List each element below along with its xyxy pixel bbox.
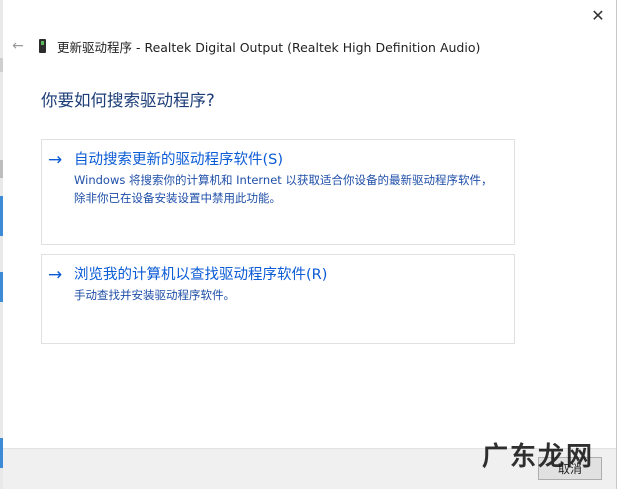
arrow-right-icon: → <box>48 265 63 285</box>
option-description: 手动查找并安装驱动程序软件。 <box>74 288 235 302</box>
option-title: 浏览我的计算机以查找驱动程序软件(R) <box>74 267 328 283</box>
close-icon: ✕ <box>591 5 605 25</box>
watermark-logo: 广东龙网 <box>481 442 594 472</box>
browse-computer-option[interactable]: → 浏览我的计算机以查找驱动程序软件(R) 手动查找并安装驱动程序软件。 <box>41 254 515 344</box>
page-heading: 你要如何搜索驱动程序? <box>41 91 215 110</box>
back-arrow-icon: ← <box>12 38 24 54</box>
update-driver-dialog: ✕ ← 更新驱动程序 - Realtek Digital Output (Rea… <box>3 0 617 489</box>
back-button[interactable]: ← <box>9 37 27 55</box>
audio-device-icon <box>39 39 46 53</box>
auto-search-option[interactable]: → 自动搜索更新的驱动程序软件(S) Windows 将搜索你的计算机和 Int… <box>41 139 515 245</box>
option-description: Windows 将搜索你的计算机和 Internet 以获取适合你设备的最新驱动… <box>74 173 493 205</box>
dialog-titlebar: ← 更新驱动程序 - Realtek Digital Output (Realt… <box>3 33 616 59</box>
arrow-right-icon: → <box>48 150 63 170</box>
option-title: 自动搜索更新的驱动程序软件(S) <box>74 152 284 168</box>
close-button[interactable]: ✕ <box>584 3 612 27</box>
dialog-title: 更新驱动程序 - Realtek Digital Output (Realtek… <box>57 39 481 55</box>
